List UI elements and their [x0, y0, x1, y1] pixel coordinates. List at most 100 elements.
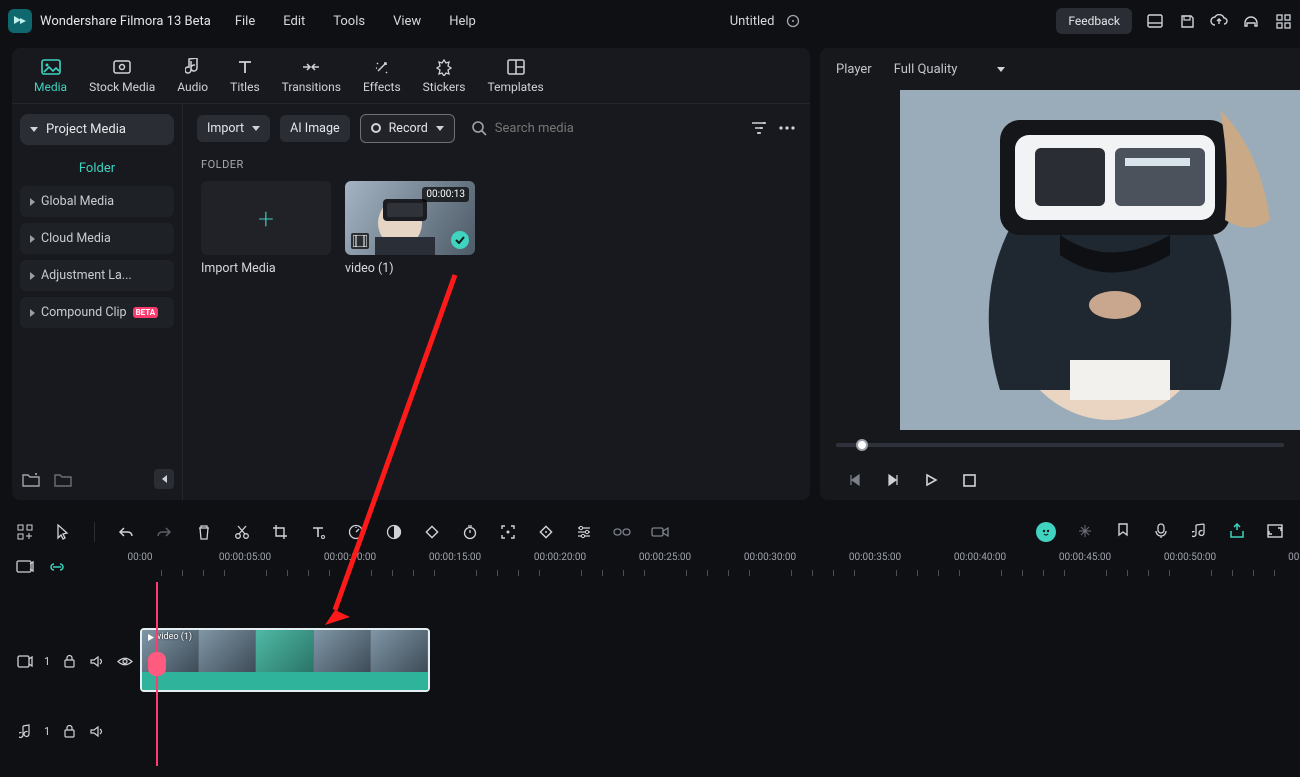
camera-icon[interactable] [651, 523, 669, 541]
headphones-icon[interactable] [1242, 12, 1260, 30]
crop-icon[interactable] [271, 523, 289, 541]
playhead-handle[interactable] [148, 652, 166, 676]
sidebar-global-media[interactable]: Global Media [20, 186, 174, 217]
timeline-unlink-icon[interactable] [48, 558, 66, 576]
quality-value: Full Quality [894, 62, 958, 77]
tab-media[interactable]: Media [34, 58, 67, 94]
timeline-media-icon[interactable] [16, 558, 34, 576]
track-visible-icon[interactable] [116, 652, 134, 670]
scrub-handle[interactable] [856, 439, 868, 451]
color-icon[interactable] [385, 523, 403, 541]
templates-icon [505, 58, 527, 76]
sparkle-icon[interactable] [1076, 522, 1094, 540]
beta-badge: BETA [133, 307, 159, 318]
focus-icon[interactable] [499, 523, 517, 541]
timeline-ruler[interactable]: 00:0000:00:05:0000:00:10:0000:00:15:0000… [140, 552, 1300, 582]
mask-icon[interactable] [537, 523, 555, 541]
player-scrubber[interactable] [820, 430, 1300, 460]
video-track-index: 1 [44, 655, 50, 668]
audio-icon [182, 58, 204, 76]
sidebar-collapse-button[interactable] [154, 469, 174, 489]
sidebar-folder-active[interactable]: Folder [20, 155, 174, 186]
add-track-icon[interactable] [16, 523, 34, 541]
audio-track-mute-icon[interactable] [88, 722, 106, 740]
sidebar-adjustment-layer[interactable]: Adjustment La... [20, 260, 174, 291]
stop-icon[interactable] [960, 471, 978, 489]
grid-apps-icon[interactable] [1274, 12, 1292, 30]
import-media-tile[interactable]: + [201, 181, 331, 255]
effects-icon [371, 58, 393, 76]
text-tool-icon[interactable] [309, 523, 327, 541]
sidebar-cloud-media[interactable]: Cloud Media [20, 223, 174, 254]
search-icon [471, 120, 487, 136]
app-logo [8, 9, 32, 33]
prev-frame-icon[interactable] [846, 471, 864, 489]
delete-icon[interactable] [195, 523, 213, 541]
folder-icon[interactable] [52, 468, 74, 490]
timer-icon[interactable] [461, 523, 479, 541]
import-label: Import [207, 121, 244, 136]
keyframe-icon[interactable] [423, 523, 441, 541]
chevron-right-icon [30, 309, 35, 317]
audio-mix-icon[interactable] [1190, 522, 1208, 540]
import-dropdown[interactable]: Import [197, 115, 270, 142]
menu-edit[interactable]: Edit [283, 14, 305, 29]
split-icon[interactable] [233, 523, 251, 541]
tab-templates[interactable]: Templates [488, 58, 544, 94]
speed-icon[interactable] [347, 523, 365, 541]
undo-icon[interactable] [117, 523, 135, 541]
tab-effects-label: Effects [363, 80, 401, 94]
media-thumb-video1[interactable]: 00:00:13 [345, 181, 475, 255]
quality-dropdown[interactable]: Full Quality [890, 58, 1028, 81]
timeline-clip-video1[interactable]: video (1) [140, 628, 430, 692]
tab-stickers[interactable]: Stickers [423, 58, 466, 94]
adjust-icon[interactable] [575, 523, 593, 541]
next-frame-icon[interactable] [884, 471, 902, 489]
cloud-upload-icon[interactable] [1210, 12, 1228, 30]
play-icon[interactable] [922, 471, 940, 489]
sidebar-project-media[interactable]: Project Media [20, 114, 174, 145]
tab-stock-media[interactable]: Stock Media [89, 58, 155, 94]
chevron-down-icon [252, 126, 260, 131]
chevron-down-icon [30, 127, 38, 132]
document-title: Untitled [730, 14, 775, 29]
more-icon[interactable] [778, 119, 796, 137]
track-lock-icon[interactable] [60, 652, 78, 670]
expand-icon[interactable] [1266, 522, 1284, 540]
sidebar-compound-clip[interactable]: Compound Clip BETA [20, 297, 174, 328]
layout-icon[interactable] [1146, 12, 1164, 30]
link-icon[interactable] [613, 523, 631, 541]
redo-icon[interactable] [155, 523, 173, 541]
track-mute-icon[interactable] [88, 652, 106, 670]
ai-image-button[interactable]: AI Image [280, 115, 349, 142]
tab-transitions[interactable]: Transitions [282, 58, 341, 94]
tab-titles[interactable]: Titles [230, 58, 259, 94]
search-input[interactable] [495, 121, 740, 136]
audio-track-lock-icon[interactable] [60, 722, 78, 740]
mic-icon[interactable] [1152, 522, 1170, 540]
chevron-right-icon [30, 198, 35, 206]
video-track-icon [16, 652, 34, 670]
cursor-tool-icon[interactable] [54, 523, 72, 541]
tab-effects[interactable]: Effects [363, 58, 401, 94]
tab-audio[interactable]: Audio [177, 58, 208, 94]
menu-file[interactable]: File [235, 14, 255, 29]
menu-tools[interactable]: Tools [333, 14, 365, 29]
record-dropdown[interactable]: Record [360, 114, 455, 143]
save-icon[interactable] [1178, 12, 1196, 30]
sidebar-compound-label: Compound Clip [41, 305, 127, 320]
chevron-right-icon [30, 272, 35, 280]
ai-assist-icon[interactable] [1036, 522, 1056, 542]
audio-track-icon [16, 722, 34, 740]
sidebar-adjustment-label: Adjustment La... [41, 268, 132, 283]
media-icon [40, 58, 62, 76]
menu-help[interactable]: Help [449, 14, 476, 29]
new-folder-icon[interactable] [20, 468, 42, 490]
filter-icon[interactable] [750, 119, 768, 137]
tab-transitions-label: Transitions [282, 80, 341, 94]
marker-icon[interactable] [1114, 522, 1132, 540]
menu-view[interactable]: View [393, 14, 421, 29]
render-icon[interactable] [1228, 522, 1246, 540]
sidebar-cloud-label: Cloud Media [41, 231, 111, 246]
feedback-button[interactable]: Feedback [1056, 8, 1132, 34]
